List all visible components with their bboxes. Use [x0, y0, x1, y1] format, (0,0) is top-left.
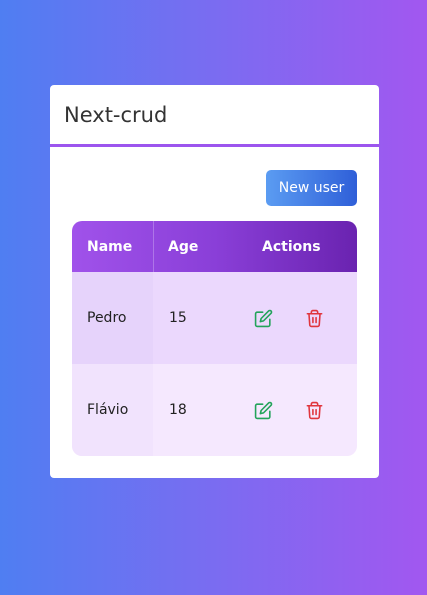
trash-icon[interactable]: [304, 400, 324, 420]
table-row: Pedro 15: [72, 272, 357, 364]
cell-age: 15: [169, 310, 187, 326]
main-card: Next-crud New user Name Age Actions Pedr…: [50, 85, 379, 478]
new-user-button[interactable]: New user: [266, 170, 357, 206]
table-row: Flávio 18: [72, 364, 357, 456]
column-header-actions: Actions: [262, 238, 321, 255]
edit-icon[interactable]: [253, 400, 273, 420]
header-divider: [153, 221, 154, 272]
page-title: Next-crud: [64, 102, 168, 127]
column-header-name: Name: [87, 238, 133, 255]
edit-icon[interactable]: [253, 308, 273, 328]
users-table: Name Age Actions Pedro 15 Flávio 18: [72, 221, 357, 456]
cell-age: 18: [169, 402, 187, 418]
cell-name: Pedro: [72, 272, 153, 364]
cell-name: Flávio: [72, 364, 153, 456]
card-header: Next-crud: [50, 85, 379, 147]
table-header: Name Age Actions: [72, 221, 357, 272]
trash-icon[interactable]: [304, 308, 324, 328]
column-header-age: Age: [168, 238, 199, 255]
